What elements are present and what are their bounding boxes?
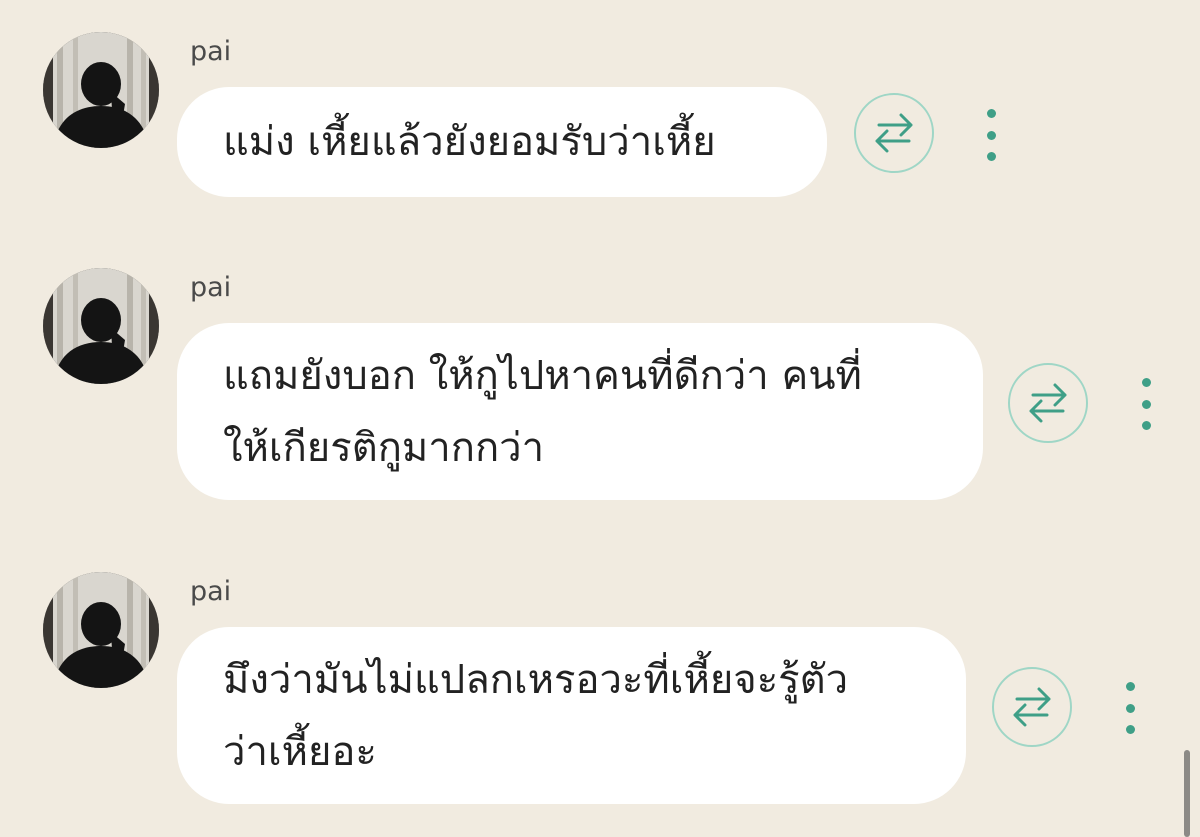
- dot: [986, 152, 996, 161]
- avatar-silhouette-icon: [43, 268, 159, 384]
- dot: [1125, 703, 1135, 713]
- more-options-button[interactable]: [1136, 378, 1156, 430]
- dot: [1141, 421, 1151, 430]
- dot: [986, 130, 996, 140]
- more-options-button[interactable]: [1120, 682, 1140, 734]
- sender-name: pai: [190, 36, 232, 67]
- translate-arrows-icon: [1029, 383, 1067, 423]
- translate-button[interactable]: [1008, 363, 1088, 443]
- message-bubble[interactable]: มึงว่ามันไม่แปลกเหรอวะที่เหี้ยจะรู้ตัว ว…: [177, 627, 966, 804]
- dot: [986, 109, 996, 118]
- sender-name: pai: [190, 272, 232, 303]
- dot: [1141, 378, 1151, 387]
- message-text: มึงว่ามันไม่แปลกเหรอวะที่เหี้ยจะรู้ตัว ว…: [223, 656, 849, 775]
- dot: [1125, 725, 1135, 734]
- more-options-button[interactable]: [981, 109, 1001, 161]
- translate-button[interactable]: [854, 93, 934, 173]
- sender-name: pai: [190, 576, 232, 607]
- avatar-silhouette-icon: [43, 572, 159, 688]
- translate-arrows-icon: [1013, 687, 1051, 727]
- avatar[interactable]: [43, 268, 159, 384]
- avatar-silhouette-icon: [43, 32, 159, 148]
- message-text: แม่ง เหี้ยแล้วยังยอมรับว่าเหี้ย: [223, 119, 716, 165]
- translate-arrows-icon: [875, 113, 913, 153]
- avatar[interactable]: [43, 32, 159, 148]
- dot: [1141, 399, 1151, 409]
- message-text: แถมยังบอก ให้กูไปหาคนที่ดีกว่า คนที่ ให้…: [223, 352, 862, 471]
- scrollbar[interactable]: [1184, 750, 1190, 837]
- dot: [1125, 682, 1135, 691]
- avatar[interactable]: [43, 572, 159, 688]
- message-bubble[interactable]: แม่ง เหี้ยแล้วยังยอมรับว่าเหี้ย: [177, 87, 827, 197]
- message-bubble[interactable]: แถมยังบอก ให้กูไปหาคนที่ดีกว่า คนที่ ให้…: [177, 323, 983, 500]
- translate-button[interactable]: [992, 667, 1072, 747]
